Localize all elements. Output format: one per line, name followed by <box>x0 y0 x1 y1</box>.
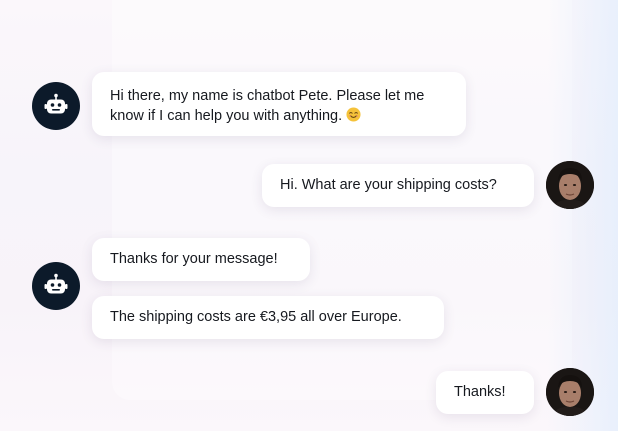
bot-message-bubble: Hi there, my name is chatbot Pete. Pleas… <box>92 72 466 136</box>
message-text: Thanks for your message! <box>110 251 278 267</box>
robot-icon <box>44 273 68 294</box>
user-avatar <box>546 161 594 209</box>
message-text: Hi. What are your shipping costs? <box>280 177 497 193</box>
user-avatar <box>546 368 594 416</box>
message-text-line: Hi there, my name is chatbot Pete. Pleas… <box>110 88 425 104</box>
user-photo-avatar <box>546 368 594 416</box>
bot-avatar <box>32 82 80 130</box>
robot-icon <box>44 93 68 114</box>
background-gradient-edge <box>548 0 618 431</box>
user-message-bubble: Thanks! <box>436 371 534 414</box>
message-text: The shipping costs are €3,95 all over Eu… <box>110 309 402 325</box>
user-photo-avatar <box>546 161 594 209</box>
user-message-bubble: Hi. What are your shipping costs? <box>262 164 534 207</box>
message-text-line: know if I can help you with anything. <box>110 108 343 124</box>
bot-message-bubble: The shipping costs are €3,95 all over Eu… <box>92 296 444 339</box>
smiling-face-emoji <box>346 107 361 128</box>
message-text: Thanks! <box>454 384 506 400</box>
bot-message-bubble: Thanks for your message! <box>92 238 310 281</box>
bot-avatar <box>32 262 80 310</box>
